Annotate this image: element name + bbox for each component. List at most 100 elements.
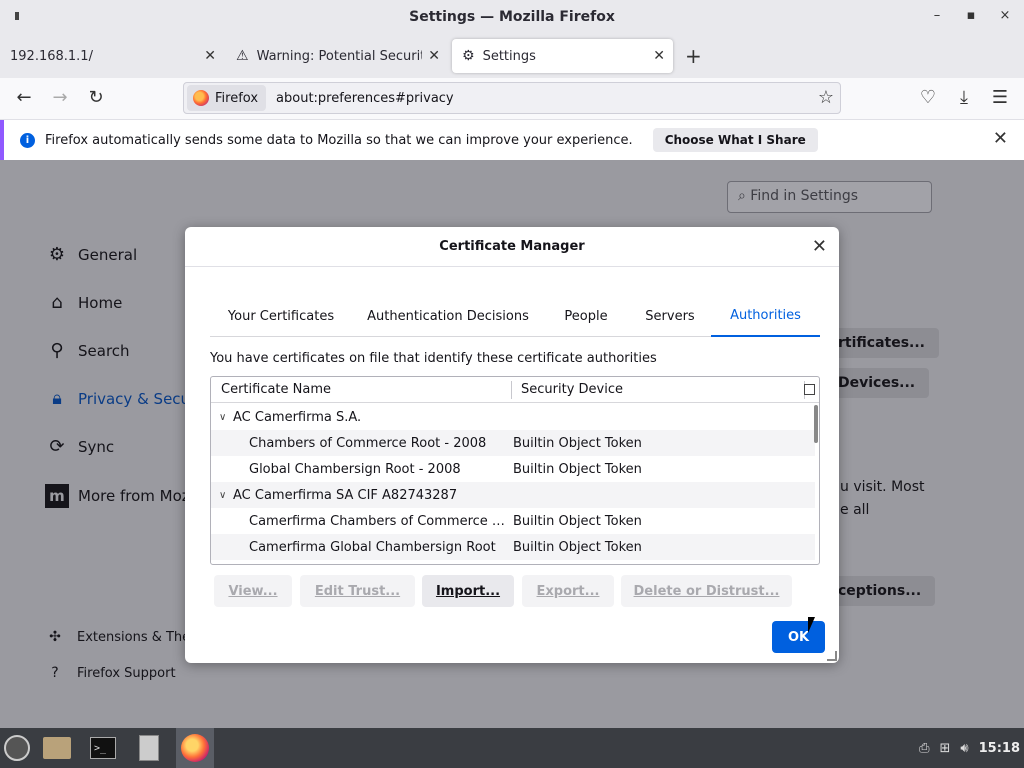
tab-settings[interactable]: ⚙ Settings ✕ — [452, 39, 673, 73]
taskbar-firefox[interactable] — [176, 728, 214, 768]
warning-icon: ⚠ — [236, 48, 249, 64]
column-picker-icon[interactable] — [804, 384, 815, 395]
certificate-tree[interactable]: Certificate Name Security Device ∨ AC Ca… — [210, 376, 820, 565]
security-device: Builtin Object Token — [513, 513, 642, 529]
tab-people[interactable]: People — [544, 295, 628, 337]
exceptions-button[interactable]: ceptions... — [832, 576, 936, 606]
taskbar: >_ ⎙ ⊞ 🔊︎ 15:18 — [0, 728, 1024, 768]
lock-icon: 🔒︎ — [52, 388, 62, 409]
background-text: u visit. Most — [840, 479, 925, 495]
tab-security-warning[interactable]: ⚠ Warning: Potential Security ✕ — [226, 39, 448, 73]
tab-bar: 192.168.1.1/ ✕ ⚠ Warning: Potential Secu… — [0, 34, 1024, 78]
help-icon: ? — [51, 665, 59, 681]
close-icon[interactable]: ✕ — [812, 236, 827, 257]
column-separator[interactable] — [511, 381, 512, 399]
network-icon[interactable]: ⊞ — [940, 741, 951, 756]
back-icon[interactable]: ← — [12, 87, 36, 108]
new-tab-icon[interactable]: + — [685, 44, 702, 68]
table-row-group[interactable]: ∨ AC Camerfirma SA CIF A82743287 — [211, 482, 815, 508]
downloads-icon[interactable]: ⤓ — [952, 87, 976, 108]
tree-header: Certificate Name Security Device — [211, 377, 819, 403]
volume-icon[interactable]: 🔊︎ — [960, 741, 968, 756]
clock[interactable]: 15:18 — [979, 741, 1020, 756]
group-name: AC Camerfirma S.A. — [233, 409, 362, 425]
column-certificate-name[interactable]: Certificate Name — [221, 382, 331, 397]
url-text[interactable]: about:preferences#privacy — [276, 91, 454, 106]
tree-scrollbar[interactable] — [814, 405, 818, 443]
resize-grip[interactable] — [827, 651, 837, 661]
close-icon[interactable]: ✕ — [428, 48, 440, 64]
pocket-icon[interactable]: ♡ — [916, 87, 940, 108]
minimize-icon[interactable]: – — [928, 8, 946, 23]
certificate-manager-dialog: Certificate Manager ✕ Your Certificates … — [185, 227, 839, 663]
firefox-logo-icon — [193, 90, 209, 106]
find-in-settings-input[interactable]: ⌕ Find in Settings — [727, 181, 932, 213]
gear-icon: ⚙ — [462, 48, 475, 64]
sidebar-item-label: Sync — [78, 437, 115, 456]
tab-servers[interactable]: Servers — [628, 295, 712, 337]
forward-icon[interactable]: → — [48, 87, 72, 108]
search-icon: ⚲ — [50, 340, 64, 361]
close-icon[interactable]: ✕ — [993, 128, 1008, 149]
sidebar-item-label: More from Moz — [78, 487, 190, 505]
security-devices-button[interactable]: Devices... — [832, 368, 930, 398]
tab-label: 192.168.1.1/ — [10, 48, 93, 64]
table-row[interactable]: Camerfirma Chambers of Commerce R... Bui… — [211, 508, 815, 534]
puzzle-icon: ✣ — [49, 629, 61, 645]
certificate-name: Camerfirma Global Chambersign Root — [249, 539, 496, 555]
sidebar-item-more-from-mozilla[interactable]: m More from Moz — [45, 484, 190, 508]
window-title: Settings — Mozilla Firefox — [409, 9, 615, 25]
group-name: AC Camerfirma SA CIF A82743287 — [233, 487, 458, 503]
sidebar-item-support[interactable]: ? Firefox Support — [45, 665, 175, 681]
identity-box[interactable]: Firefox — [187, 85, 267, 111]
table-row[interactable]: Camerfirma Global Chambersign Root Built… — [211, 534, 815, 560]
mouse-cursor-icon — [808, 617, 815, 633]
printer-icon[interactable]: ⎙ — [919, 741, 929, 756]
view-button[interactable]: View... — [214, 575, 292, 607]
delete-or-distrust-button[interactable]: Delete or Distrust... — [621, 575, 792, 607]
close-window-icon[interactable]: × — [996, 8, 1014, 23]
view-certificates-button[interactable]: rtificates... — [832, 328, 939, 358]
taskbar-files[interactable] — [40, 732, 74, 764]
close-icon[interactable]: ✕ — [204, 48, 216, 64]
ok-button[interactable]: OK — [772, 621, 825, 653]
table-row[interactable]: Chambers of Commerce Root - 2008 Builtin… — [211, 430, 815, 456]
column-security-device[interactable]: Security Device — [521, 382, 623, 397]
url-bar[interactable]: Firefox about:preferences#privacy ☆ — [183, 82, 841, 114]
export-button[interactable]: Export... — [522, 575, 614, 607]
sidebar-item-search[interactable]: ⚲ Search — [45, 340, 130, 361]
window-titlebar: Settings — Mozilla Firefox – ▪ × — [0, 0, 1024, 34]
notification-text: Firefox automatically sends some data to… — [45, 132, 633, 148]
firefox-icon — [181, 734, 209, 762]
security-device: Builtin Object Token — [513, 461, 642, 477]
table-row[interactable]: Global Chambersign Root - 2008 Builtin O… — [211, 456, 815, 482]
taskbar-terminal[interactable]: >_ — [86, 732, 120, 764]
sidebar-item-home[interactable]: ⌂ Home — [45, 292, 122, 313]
chevron-down-icon[interactable]: ∨ — [219, 412, 226, 423]
choose-what-i-share-button[interactable]: Choose What I Share — [652, 128, 818, 152]
app-launcher[interactable] — [0, 732, 34, 764]
dialog-title: Certificate Manager — [185, 227, 839, 267]
close-icon[interactable]: ✕ — [653, 48, 665, 64]
maximize-icon[interactable]: ▪ — [962, 8, 980, 23]
tab-authentication-decisions[interactable]: Authentication Decisions — [358, 295, 538, 337]
tab-your-certificates[interactable]: Your Certificates — [210, 295, 352, 337]
tab-label: Settings — [482, 48, 536, 64]
table-row-group[interactable]: ∨ AC Camerfirma S.A. — [211, 404, 815, 430]
certificate-name: Global Chambersign Root - 2008 — [249, 461, 461, 477]
sidebar-item-label: Search — [78, 341, 130, 360]
menu-hamburger-icon[interactable]: ☰ — [988, 87, 1012, 108]
sidebar-item-privacy[interactable]: 🔒︎ Privacy & Secu — [45, 388, 190, 409]
taskbar-file-cabinet[interactable] — [132, 732, 166, 764]
sidebar-item-sync[interactable]: ⟳ Sync — [45, 436, 114, 457]
edit-trust-button[interactable]: Edit Trust... — [300, 575, 415, 607]
sidebar-item-extensions[interactable]: ✣ Extensions & Ther — [45, 629, 195, 645]
bookmark-star-icon[interactable]: ☆ — [818, 87, 834, 108]
sidebar-item-general[interactable]: ⚙ General — [45, 244, 137, 265]
reload-icon[interactable]: ↻ — [84, 87, 108, 108]
chevron-down-icon[interactable]: ∨ — [219, 490, 226, 501]
import-button[interactable]: Import... — [422, 575, 514, 607]
tab-authorities[interactable]: Authorities — [711, 295, 820, 337]
tab-router[interactable]: 192.168.1.1/ ✕ — [0, 39, 224, 73]
window-menu-icon[interactable] — [15, 12, 19, 20]
